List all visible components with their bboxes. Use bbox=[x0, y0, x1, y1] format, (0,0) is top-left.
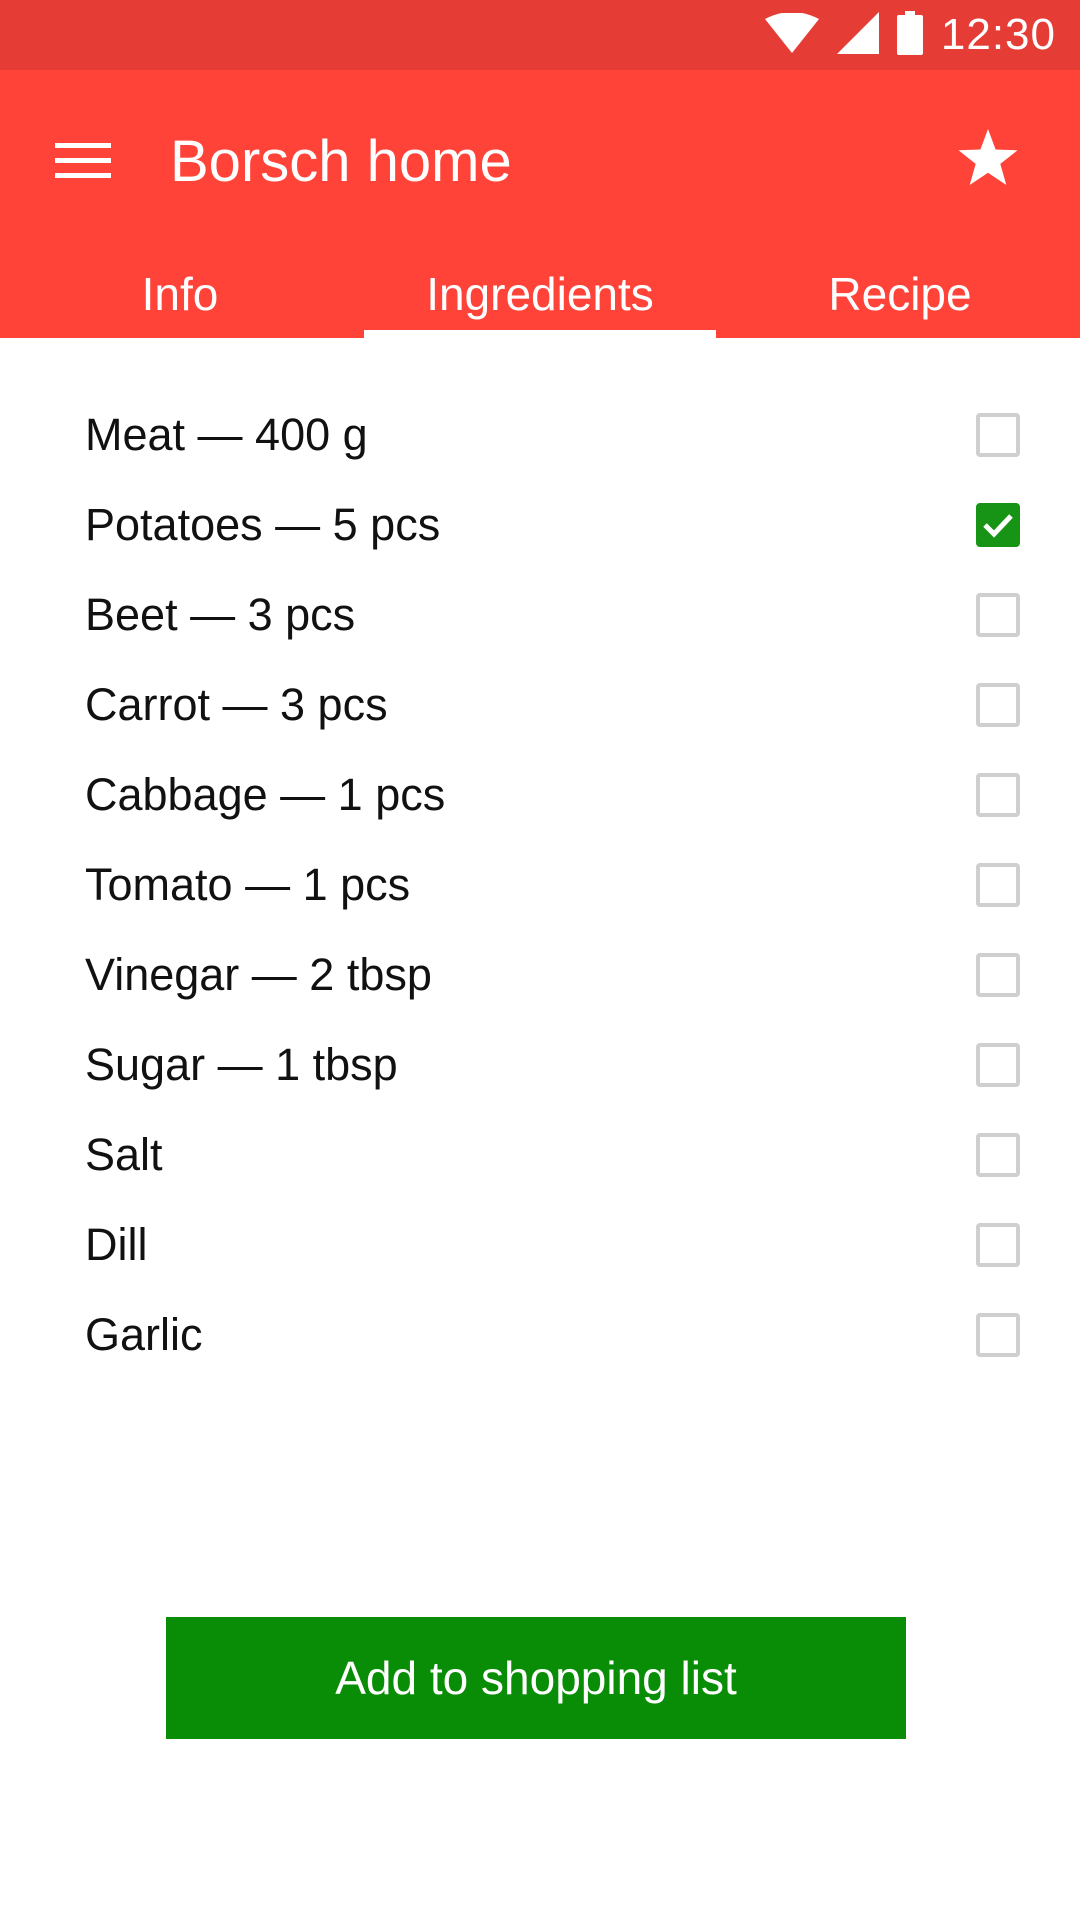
ingredient-label: Potatoes — 5 pcs bbox=[85, 499, 441, 550]
ingredient-list: Meat — 400 g Potatoes — 5 pcs Beet — 3 p… bbox=[0, 390, 1080, 1380]
app-bar: Borsch home Info Ingredients Recipe bbox=[0, 70, 1080, 338]
ingredient-checkbox[interactable] bbox=[976, 1133, 1020, 1177]
tab-bar: Info Ingredients Recipe bbox=[0, 250, 1080, 338]
battery-icon bbox=[896, 10, 923, 60]
ingredient-label: Meat — 400 g bbox=[85, 409, 368, 460]
favorite-button[interactable] bbox=[940, 112, 1036, 208]
tab-info[interactable]: Info bbox=[0, 250, 360, 338]
ingredient-checkbox[interactable] bbox=[976, 773, 1020, 817]
menu-button[interactable] bbox=[40, 120, 126, 206]
ingredient-row-vinegar[interactable]: Vinegar — 2 tbsp bbox=[0, 930, 1080, 1020]
ingredient-checkbox[interactable] bbox=[976, 1043, 1020, 1087]
ingredient-label: Tomato — 1 pcs bbox=[85, 859, 411, 910]
tab-recipe[interactable]: Recipe bbox=[720, 250, 1080, 338]
ingredient-row-tomato[interactable]: Tomato — 1 pcs bbox=[0, 840, 1080, 930]
ingredient-label: Garlic bbox=[85, 1309, 203, 1360]
ingredient-checkbox[interactable] bbox=[976, 863, 1020, 907]
check-icon bbox=[983, 514, 1013, 538]
status-icons: 12:30 bbox=[764, 0, 1056, 70]
ingredient-row-meat[interactable]: Meat — 400 g bbox=[0, 390, 1080, 480]
ingredient-checkbox[interactable] bbox=[976, 413, 1020, 457]
ingredient-row-sugar[interactable]: Sugar — 1 tbsp bbox=[0, 1020, 1080, 1110]
hamburger-menu-icon bbox=[55, 141, 111, 186]
ingredient-label: Cabbage — 1 pcs bbox=[85, 769, 446, 820]
ingredient-row-cabbage[interactable]: Cabbage — 1 pcs bbox=[0, 750, 1080, 840]
status-time: 12:30 bbox=[940, 10, 1056, 59]
ingredient-row-dill[interactable]: Dill bbox=[0, 1200, 1080, 1290]
ingredient-label: Carrot — 3 pcs bbox=[85, 679, 388, 730]
page-title: Borsch home bbox=[170, 129, 512, 194]
add-to-shopping-list-button[interactable]: Add to shopping list bbox=[166, 1617, 906, 1739]
wifi-icon bbox=[764, 11, 819, 58]
ingredient-label: Salt bbox=[85, 1129, 163, 1180]
tab-ingredients[interactable]: Ingredients bbox=[360, 250, 720, 338]
status-bar: 12:30 bbox=[0, 0, 1080, 70]
ingredient-checkbox[interactable] bbox=[976, 1313, 1020, 1357]
ingredient-checkbox[interactable] bbox=[976, 1223, 1020, 1267]
ingredient-checkbox[interactable] bbox=[976, 683, 1020, 727]
ingredient-label: Vinegar — 2 tbsp bbox=[85, 949, 432, 1000]
ingredient-row-salt[interactable]: Salt bbox=[0, 1110, 1080, 1200]
ingredient-row-beet[interactable]: Beet — 3 pcs bbox=[0, 570, 1080, 660]
screen: 12:30 Borsch home Info Ingredients Recip… bbox=[0, 0, 1080, 1920]
ingredient-checkbox[interactable] bbox=[976, 593, 1020, 637]
star-icon bbox=[958, 128, 1018, 192]
ingredient-checkbox[interactable] bbox=[976, 503, 1020, 547]
ingredient-row-garlic[interactable]: Garlic bbox=[0, 1290, 1080, 1380]
ingredient-label: Beet — 3 pcs bbox=[85, 589, 356, 640]
ingredient-label: Sugar — 1 tbsp bbox=[85, 1039, 398, 1090]
ingredient-checkbox[interactable] bbox=[976, 953, 1020, 997]
ingredient-row-potatoes[interactable]: Potatoes — 5 pcs bbox=[0, 480, 1080, 570]
cellular-signal-icon bbox=[836, 11, 879, 59]
ingredient-row-carrot[interactable]: Carrot — 3 pcs bbox=[0, 660, 1080, 750]
ingredient-label: Dill bbox=[85, 1219, 148, 1270]
